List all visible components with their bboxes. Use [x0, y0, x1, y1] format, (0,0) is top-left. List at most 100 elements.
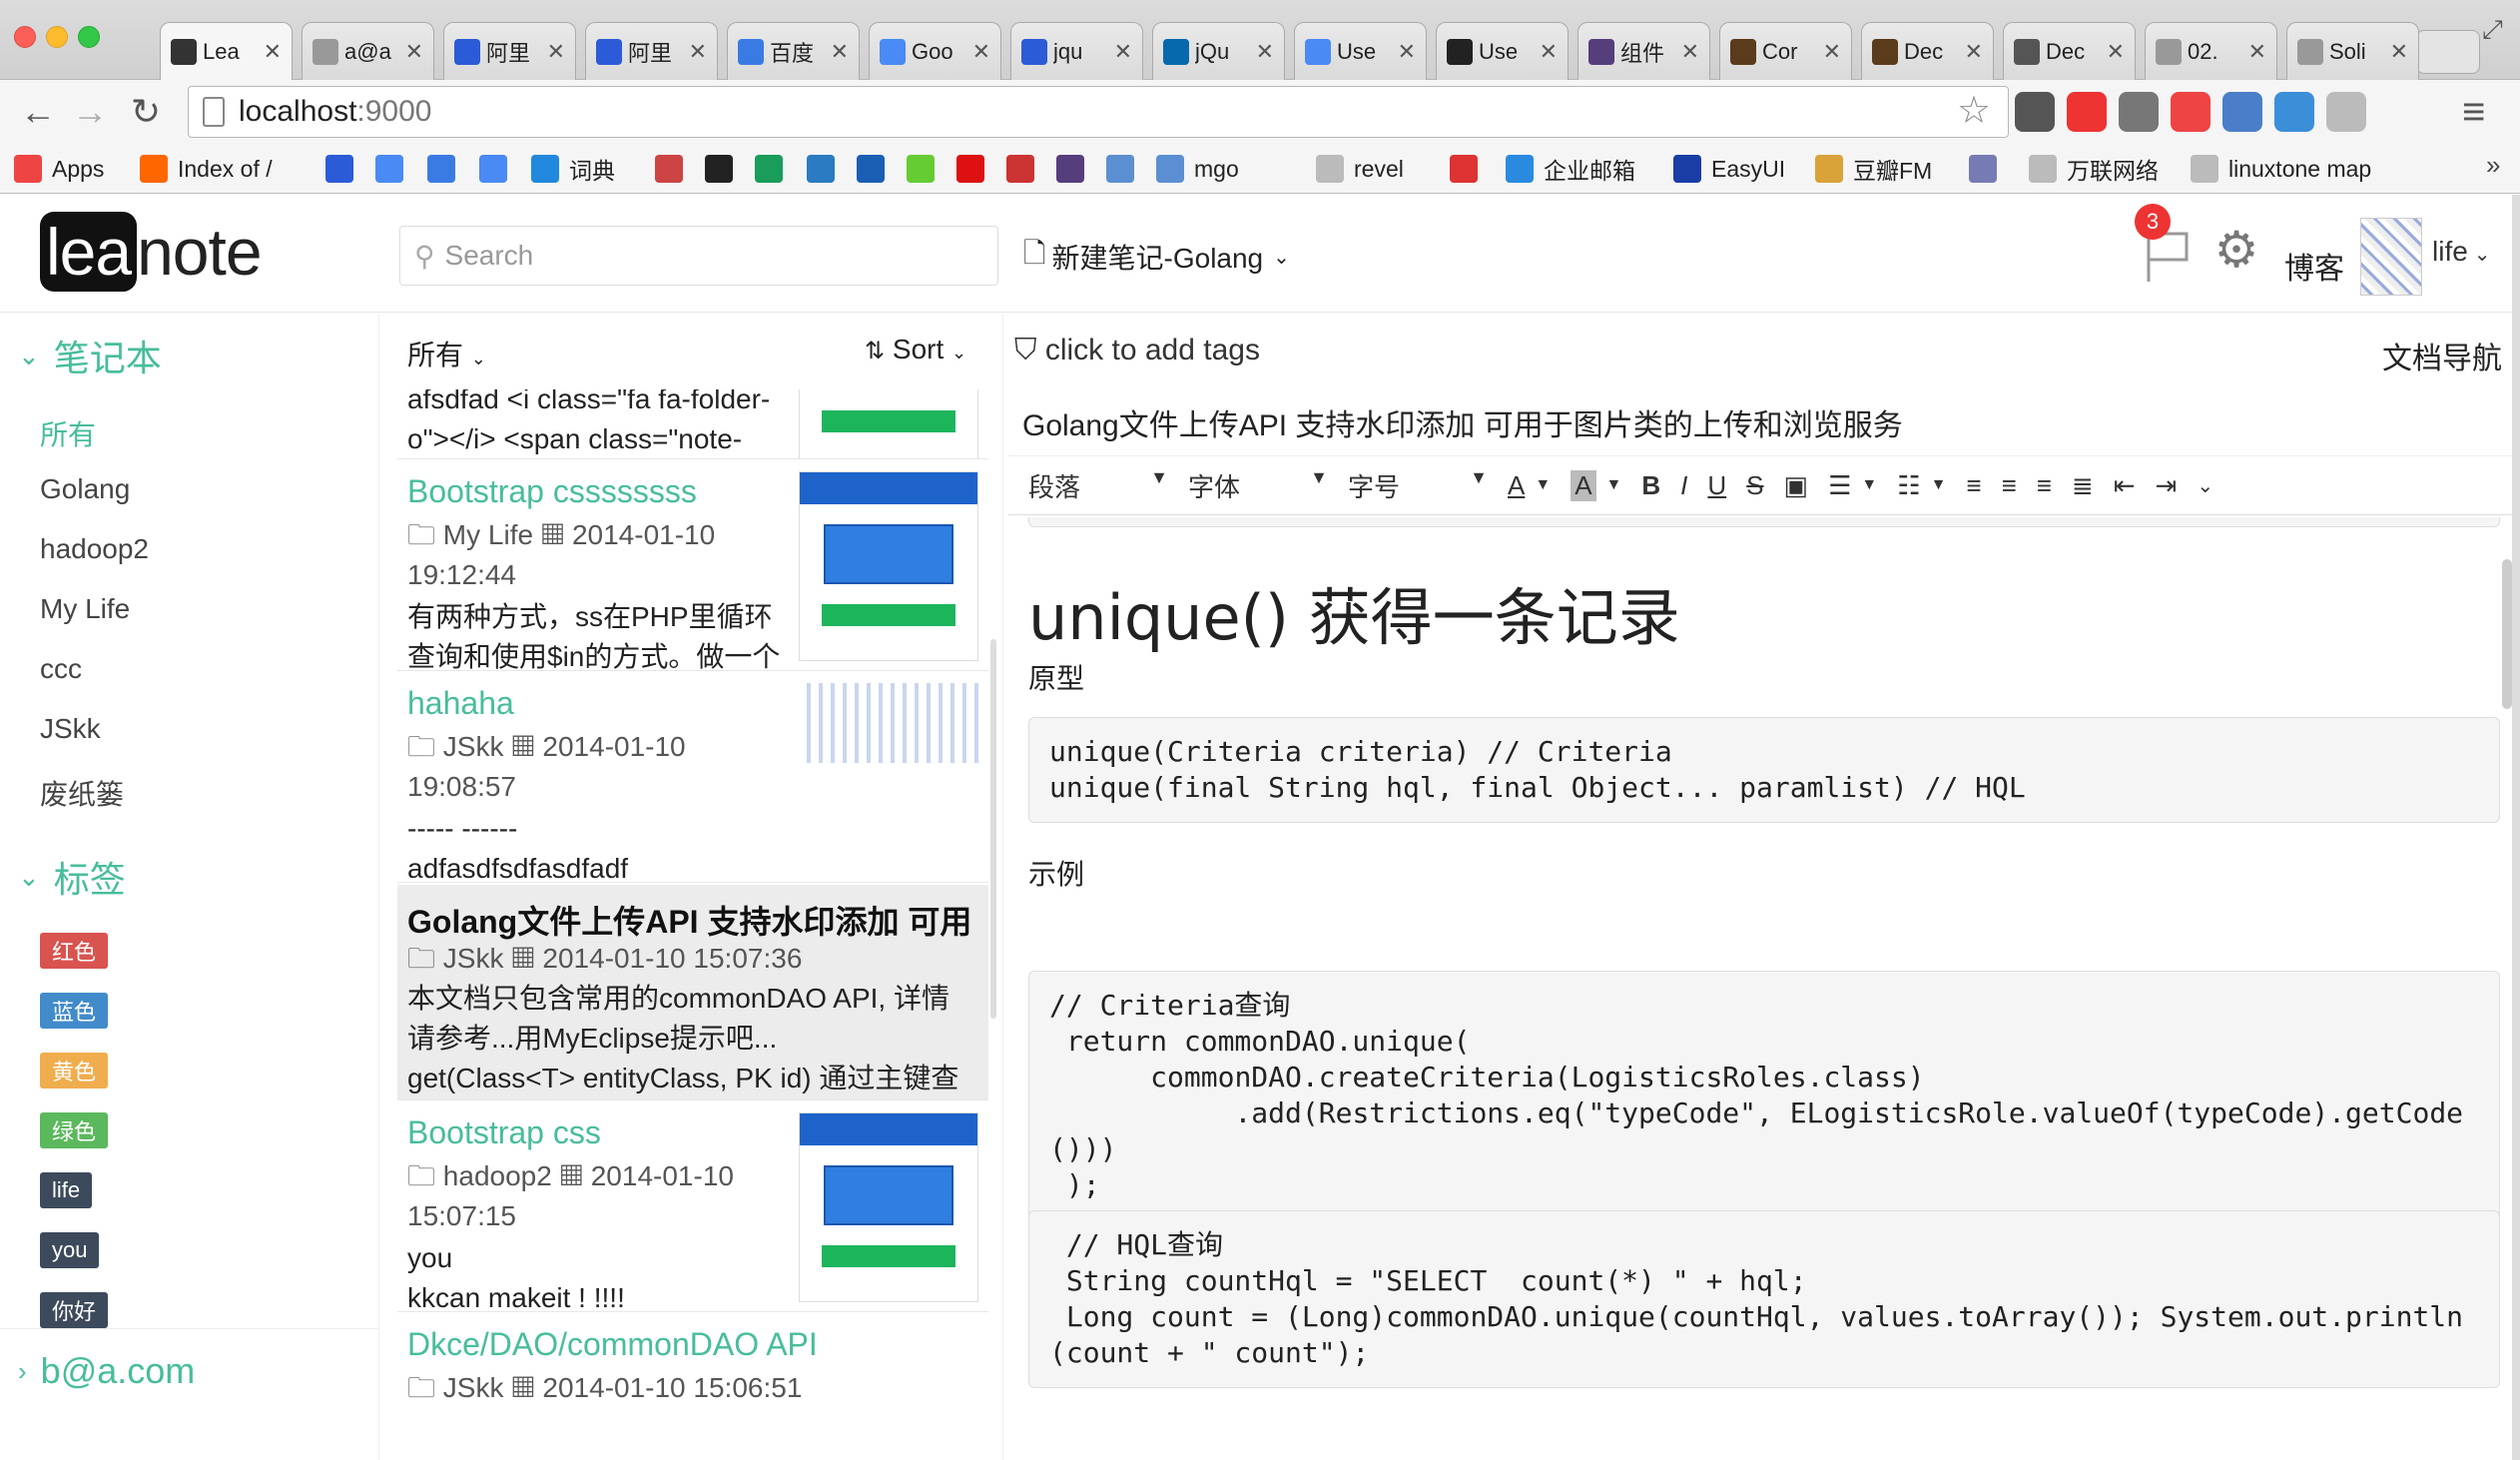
bookmark-item[interactable] [1450, 150, 1488, 188]
outdent-icon[interactable]: ⇤ [2114, 470, 2136, 501]
text-color-icon[interactable]: A [1508, 470, 1525, 501]
browser-tab[interactable]: 阿里 ✕ [585, 22, 718, 80]
close-icon[interactable]: ✕ [1681, 39, 1699, 65]
notebook-item[interactable]: 废纸篓 [40, 773, 124, 813]
close-icon[interactable]: ✕ [1114, 39, 1132, 65]
close-icon[interactable]: ✕ [2390, 39, 2408, 65]
bookmark-item[interactable] [755, 150, 793, 188]
user-menu[interactable]: life ⌄ [2432, 236, 2491, 268]
font-select[interactable]: 字体 ▼ [1188, 467, 1328, 504]
bookmark-item[interactable]: EasyUI [1673, 150, 1785, 188]
minimize-window-button[interactable] [46, 26, 68, 48]
notebook-item[interactable]: ccc [40, 653, 82, 685]
bookmark-item[interactable]: 万联网络 [2029, 150, 2159, 188]
back-button[interactable]: ← [14, 88, 62, 136]
close-icon[interactable]: ✕ [2107, 39, 2125, 65]
indent-icon[interactable]: ⇥ [2156, 470, 2178, 501]
image-icon[interactable]: ▣ [1784, 470, 1809, 501]
filter-dropdown[interactable]: 所有 ⌄ [407, 334, 486, 373]
screen-icon[interactable] [2274, 92, 2314, 132]
bookmark-item[interactable] [1006, 150, 1044, 188]
caret-down-icon[interactable]: ▼ [1861, 476, 1877, 494]
notebook-item[interactable]: 所有 [40, 413, 96, 453]
blog-link[interactable]: 博客 [2284, 244, 2344, 288]
font-size-select[interactable]: 字号 ▼ [1348, 467, 1488, 504]
browser-tab[interactable]: Use ✕ [1294, 22, 1427, 80]
close-icon[interactable]: ✕ [1256, 39, 1274, 65]
list-item[interactable]: hahaha 🗀 JSkk ▦ 2014-01-10 19:08:57 ----… [397, 673, 988, 883]
browser-tab[interactable]: jqu ✕ [1010, 22, 1143, 80]
bookmark-item[interactable] [807, 150, 845, 188]
search-input[interactable]: ⚲ Search [399, 226, 998, 286]
bookmark-item[interactable] [857, 150, 895, 188]
bookmark-item[interactable]: mgo [1156, 150, 1239, 188]
browser-tab[interactable]: a@a ✕ [302, 22, 434, 80]
tag-item[interactable]: 你好 [40, 1292, 109, 1328]
notebook-item[interactable]: hadoop2 [40, 533, 149, 565]
close-icon[interactable]: ✕ [831, 39, 849, 65]
close-icon[interactable]: ✕ [547, 39, 565, 65]
tags-header[interactable]: ⌄ 标签 [18, 851, 126, 903]
bookmark-item[interactable] [427, 150, 465, 188]
new-tab-button[interactable] [2416, 30, 2480, 74]
stop-icon[interactable] [2067, 92, 2107, 132]
menu-icon[interactable]: ≡ [2462, 90, 2485, 135]
address-bar[interactable]: localhost:9000 [188, 86, 2009, 138]
more-bookmarks-icon[interactable]: » [2486, 150, 2500, 181]
list-item[interactable]: afsdfad <i class="fa fa-folder-o"></i> <… [397, 389, 988, 459]
note-list-scrollbar[interactable] [990, 639, 996, 1019]
camera-icon[interactable] [2222, 92, 2262, 132]
browser-tab[interactable]: Cor ✕ [1719, 22, 1852, 80]
browser-tab[interactable]: 百度 ✕ [727, 22, 860, 80]
new-note-button[interactable]: 🗋 新建笔记-Golang ⌄ [1023, 232, 1290, 282]
list-item-selected[interactable]: Golang文件上传API 支持水印添加 可用 🗀 JSkk ▦ 2014-01… [397, 885, 988, 1100]
avatar[interactable] [2360, 218, 2422, 296]
notebook-item[interactable]: Golang [40, 473, 130, 505]
editor-scrollbar[interactable] [2502, 559, 2512, 709]
bookmark-item[interactable] [655, 150, 693, 188]
list-item[interactable]: Dkce/DAO/commonDAO API 🗀 JSkk ▦ 2014-01-… [397, 1314, 988, 1460]
bookmark-item[interactable] [907, 150, 945, 188]
list-item[interactable]: Bootstrap css 🗀 hadoop2 ▦ 2014-01-10 15:… [397, 1102, 988, 1312]
notebook-item[interactable]: JSkk [40, 713, 101, 745]
italic-icon[interactable]: I [1680, 470, 1687, 501]
browser-tab[interactable]: Use ✕ [1436, 22, 1569, 80]
bookmark-item[interactable]: 豆瓣FM [1815, 150, 1932, 188]
notebooks-header[interactable]: ⌄ 笔记本 [18, 330, 162, 381]
notebook-item[interactable]: My Life [40, 593, 130, 625]
close-icon[interactable]: ✕ [2248, 39, 2266, 65]
tag-item[interactable]: 红色 [40, 933, 109, 969]
gear-icon[interactable]: ⚙ [2208, 222, 2264, 278]
bookmark-star-icon[interactable]: ☆ [1957, 88, 1991, 133]
bookmark-item[interactable] [325, 150, 363, 188]
browser-tab[interactable]: Dec ✕ [2003, 22, 2136, 80]
account-switch[interactable]: › b@a.com [18, 1350, 195, 1392]
bookmark-item[interactable] [375, 150, 413, 188]
browser-tab[interactable]: Dec ✕ [1861, 22, 1994, 80]
sort-dropdown[interactable]: ⇅ Sort ⌄ [865, 334, 966, 365]
bookmark-item[interactable]: linuxtone map [2191, 150, 2371, 188]
red-ext-icon[interactable] [2171, 92, 2210, 132]
doc-nav-button[interactable]: 文档导航 [2382, 334, 2502, 377]
tags-input[interactable]: ⛉ click to add tags [1014, 334, 1260, 367]
leanote-logo[interactable]: lea note [40, 210, 263, 294]
bookmark-item[interactable]: Apps [14, 150, 104, 188]
evernote-icon[interactable] [2119, 92, 2159, 132]
maximize-window-button[interactable] [78, 26, 100, 48]
bookmark-item[interactable] [956, 150, 994, 188]
tag-item[interactable]: 蓝色 [40, 993, 109, 1029]
bookmark-item[interactable]: Index of / [140, 150, 273, 188]
browser-tab[interactable]: 组件 ✕ [1577, 22, 1710, 80]
close-icon[interactable]: ✕ [264, 39, 282, 65]
list-item[interactable]: Bootstrap cssssssss 🗀 My Life ▦ 2014-01-… [397, 461, 988, 671]
tag-item[interactable]: 绿色 [40, 1112, 109, 1148]
align-right-icon[interactable]: ≡ [2037, 470, 2052, 501]
fullscreen-icon[interactable]: ⤢ [2482, 14, 2503, 46]
browser-tab[interactable]: Lea ✕ [160, 22, 293, 80]
bookmark-item[interactable] [705, 150, 743, 188]
browser-tab[interactable]: Soli ✕ [2286, 22, 2419, 80]
globe-icon[interactable] [2326, 92, 2366, 132]
tag-item[interactable]: life [40, 1172, 93, 1208]
align-center-icon[interactable]: ≡ [2002, 470, 2017, 501]
bookmark-item[interactable]: 词典 [531, 150, 615, 188]
